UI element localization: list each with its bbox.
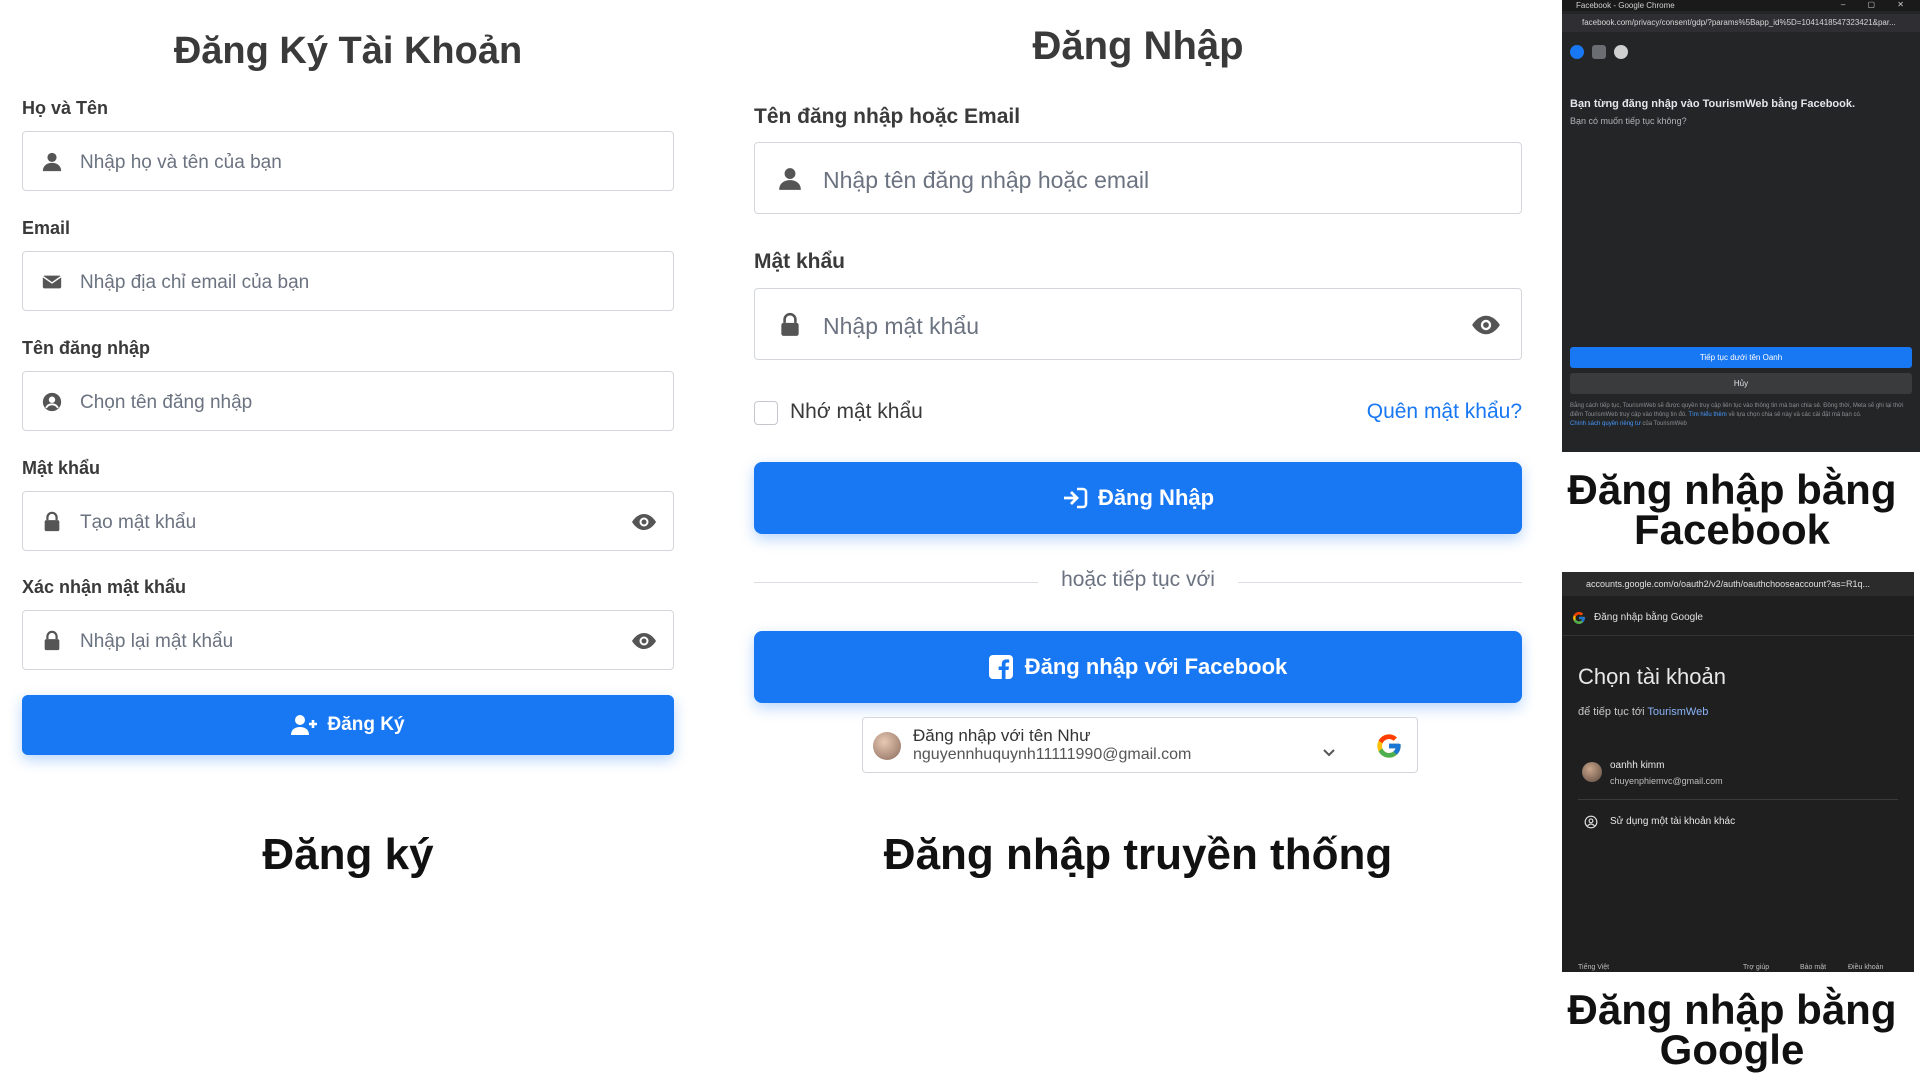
lock-icon	[781, 312, 799, 336]
google-account-name: Đăng nhập với tên Như	[913, 726, 1091, 745]
password-placeholder: Tạo mật khẩu	[80, 512, 197, 533]
user-icon	[779, 168, 801, 190]
password-label: Mật khẩu	[22, 458, 101, 478]
use-another-account-option[interactable]: Sử dụng một tài khoản khác	[1578, 804, 1898, 840]
login-username-label: Tên đăng nhập hoặc Email	[754, 105, 1021, 128]
help-link[interactable]: Trợ giúp	[1743, 964, 1769, 971]
eye-icon[interactable]	[631, 510, 657, 534]
username-label: Tên đăng nhập	[22, 338, 150, 358]
app-name-link[interactable]: TourismWeb	[1647, 706, 1708, 718]
consent-heading: Bạn từng đăng nhập vào TourismWeb bằng F…	[1570, 98, 1856, 110]
fullname-input[interactable]: Nhập họ và tên của bạn	[22, 131, 674, 191]
login-title: Đăng Nhập	[1032, 24, 1244, 68]
facebook-consent-screenshot: Facebook - Google Chrome – ▢ ✕ facebook.…	[1562, 0, 1920, 452]
confirm-password-placeholder: Nhập lại mật khẩu	[80, 631, 234, 652]
subheading-prefix: để tiếp tục tới	[1578, 706, 1645, 718]
login-password-placeholder: Nhập mật khẩu	[823, 313, 979, 339]
account-email: chuyenphiemvc@gmail.com	[1610, 776, 1723, 786]
lock-icon	[44, 511, 60, 532]
consent-subheading: Bạn có muốn tiếp tục không?	[1570, 116, 1687, 126]
login-caption: Đăng nhập truyền thống	[883, 830, 1393, 879]
email-label: Email	[22, 218, 71, 238]
username-input[interactable]: Chọn tên đăng nhập	[22, 371, 674, 431]
link-icon	[1592, 45, 1606, 59]
google-icon	[1377, 734, 1401, 758]
avatar	[1582, 762, 1602, 782]
cancel-button[interactable]: Hủy	[1570, 373, 1912, 394]
facebook-icon	[1570, 45, 1584, 59]
learn-more-link[interactable]: Tìm hiểu thêm	[1688, 412, 1726, 418]
register-button[interactable]: Đăng Ký	[22, 695, 674, 755]
user-plus-icon	[291, 715, 318, 735]
fullname-placeholder: Nhập họ và tên của bạn	[80, 152, 282, 173]
choose-account-heading: Chọn tài khoản	[1578, 664, 1726, 689]
google-one-tap-button[interactable]: Đăng nhập với tên Như nguyennhuquynh1111…	[862, 717, 1418, 773]
username-placeholder: Chọn tên đăng nhập	[80, 392, 253, 413]
window-controls[interactable]: – ▢ ✕	[1841, 0, 1914, 9]
remember-checkbox[interactable]	[754, 401, 778, 425]
login-password-label: Mật khẩu	[754, 250, 846, 273]
facebook-header-icons	[1570, 45, 1628, 59]
google-icon	[1573, 612, 1585, 624]
envelope-icon	[42, 275, 62, 289]
password-input[interactable]: Tạo mật khẩu	[22, 491, 674, 551]
divider-text: hoặc tiếp tục với	[1038, 568, 1238, 592]
login-button-label: Đăng Nhập	[1097, 485, 1215, 510]
consent-fine-print: Bằng cách tiếp tục, TourismWeb sẽ được q…	[1570, 402, 1912, 429]
google-account-chooser-screenshot: accounts.google.com/o/oauth2/v2/auth/oau…	[1562, 572, 1914, 972]
choose-account-subheading: để tiếp tục tới TourismWeb	[1578, 706, 1708, 718]
forgot-password-link[interactable]: Quên mật khẩu?	[1367, 400, 1522, 424]
email-input[interactable]: Nhập địa chỉ email của bạn	[22, 251, 674, 311]
fine-print-text-2: về lựa chọn chia sẻ này và các cài đặt m…	[1728, 412, 1862, 418]
account-option[interactable]: oanhh kimm chuyenphiemvc@gmail.com	[1578, 750, 1898, 800]
facebook-login-label: Đăng nhập với Facebook	[1024, 654, 1288, 679]
eye-icon[interactable]	[1471, 311, 1501, 339]
facebook-login-button[interactable]: Đăng nhập với Facebook	[754, 631, 1522, 703]
facebook-caption: Đăng nhập bằng Facebook	[1567, 466, 1897, 553]
remember-label: Nhớ mật khẩu	[790, 400, 923, 423]
terms-link[interactable]: Điều khoản	[1848, 964, 1883, 971]
login-username-placeholder: Nhập tên đăng nhập hoặc email	[823, 167, 1150, 193]
register-button-label: Đăng Ký	[327, 714, 405, 735]
google-bar-title: Đăng nhập bằng Google	[1594, 612, 1703, 623]
login-panel: Đăng Nhập Tên đăng nhập hoặc Email Nhập …	[740, 0, 1540, 1080]
chevron-down-icon[interactable]	[1323, 748, 1335, 758]
privacy-link[interactable]: Bảo mật	[1800, 964, 1826, 971]
user-icon	[42, 152, 62, 172]
lock-icon	[44, 630, 60, 651]
fullname-label: Họ và Tên	[22, 98, 109, 118]
avatar	[873, 732, 901, 760]
use-another-account-label: Sử dụng một tài khoản khác	[1610, 816, 1736, 827]
confirm-password-label: Xác nhận mật khẩu	[22, 577, 187, 597]
account-circle-icon	[1584, 815, 1598, 829]
login-password-input[interactable]: Nhập mật khẩu	[754, 288, 1522, 360]
privacy-policy-link[interactable]: Chính sách quyền riêng tư	[1570, 421, 1641, 427]
confirm-password-input[interactable]: Nhập lại mật khẩu	[22, 610, 674, 670]
email-placeholder: Nhập địa chỉ email của bạn	[80, 272, 310, 293]
sign-in-icon	[1063, 487, 1088, 509]
register-caption: Đăng ký	[262, 830, 434, 879]
privacy-suffix: của TourismWeb	[1642, 421, 1687, 427]
login-button[interactable]: Đăng Nhập	[754, 462, 1522, 534]
address-bar[interactable]: facebook.com/privacy/consent/gdp/?params…	[1562, 14, 1920, 32]
language-selector[interactable]: Tiếng Việt	[1578, 964, 1609, 971]
app-avatar-icon	[1614, 45, 1628, 59]
user-circle-icon	[42, 392, 62, 412]
address-bar[interactable]: accounts.google.com/o/oauth2/v2/auth/oau…	[1562, 572, 1914, 596]
google-caption: Đăng nhập bằng Google	[1567, 986, 1897, 1073]
facebook-icon	[988, 655, 1013, 679]
account-name: oanhh kimm	[1610, 760, 1665, 771]
google-signin-bar: Đăng nhập bằng Google	[1562, 596, 1914, 636]
continue-button[interactable]: Tiếp tục dưới tên Oanh	[1570, 347, 1912, 368]
register-title: Đăng Ký Tài Khoản	[173, 30, 523, 72]
register-panel: Đăng Ký Tài Khoản Họ và Tên Nhập họ và t…	[0, 0, 700, 1080]
login-username-input[interactable]: Nhập tên đăng nhập hoặc email	[754, 142, 1522, 214]
google-account-email: nguyennhuquynh11111990@gmail.com	[913, 746, 1192, 763]
eye-icon[interactable]	[631, 629, 657, 653]
